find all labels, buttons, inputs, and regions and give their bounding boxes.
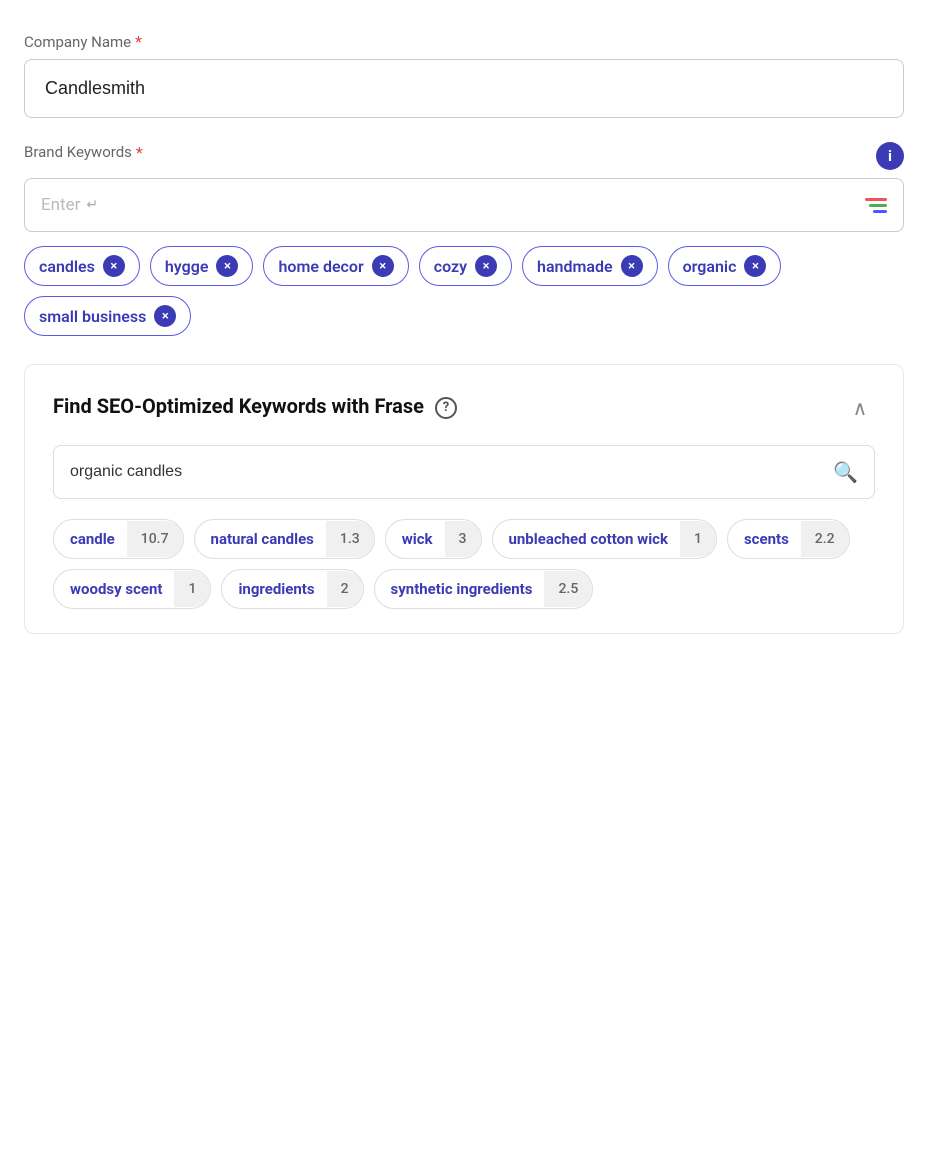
brand-keywords-info-icon[interactable]: i bbox=[876, 142, 904, 170]
tag-remove-handmade[interactable]: × bbox=[621, 255, 643, 277]
tag-remove-home-decor[interactable]: × bbox=[372, 255, 394, 277]
keyword-chip-ingredients[interactable]: ingredients 2 bbox=[221, 569, 363, 609]
brand-keywords-label: Brand Keywords * bbox=[24, 143, 143, 162]
seo-search-wrapper[interactable]: 🔍 bbox=[53, 445, 875, 499]
keyword-chip-synthetic-ingredients[interactable]: synthetic ingredients 2.5 bbox=[374, 569, 594, 609]
seo-panel: Find SEO-Optimized Keywords with Frase ?… bbox=[24, 364, 904, 634]
brand-keywords-label-text: Brand Keywords bbox=[24, 143, 132, 161]
chip-label-scents: scents bbox=[728, 520, 801, 558]
keyword-chip-scents[interactable]: scents 2.2 bbox=[727, 519, 850, 559]
tag-label-hygge: hygge bbox=[165, 257, 209, 276]
tag-remove-candles[interactable]: × bbox=[103, 255, 125, 277]
tag-home-decor: home decor × bbox=[263, 246, 408, 286]
tag-label-cozy: cozy bbox=[434, 257, 467, 276]
company-name-label-text: Company Name bbox=[24, 33, 131, 51]
chip-label-natural-candles: natural candles bbox=[195, 520, 326, 558]
company-name-label: Company Name * bbox=[24, 32, 904, 51]
search-icon[interactable]: 🔍 bbox=[833, 460, 858, 484]
chip-score-woodsy-scent: 1 bbox=[174, 571, 210, 607]
tag-remove-cozy[interactable]: × bbox=[475, 255, 497, 277]
chip-label-woodsy-scent: woodsy scent bbox=[54, 570, 174, 608]
seo-help-icon[interactable]: ? bbox=[435, 397, 457, 419]
brand-keywords-section: Brand Keywords * i Enter ↵ candles × hyg… bbox=[24, 142, 904, 336]
chip-score-synthetic-ingredients: 2.5 bbox=[544, 571, 592, 607]
brand-keywords-header: Brand Keywords * i bbox=[24, 142, 904, 170]
tag-label-home-decor: home decor bbox=[278, 257, 363, 276]
chip-label-synthetic-ingredients: synthetic ingredients bbox=[375, 570, 545, 608]
tag-remove-organic[interactable]: × bbox=[744, 255, 766, 277]
keyword-chip-unbleached-cotton-wick[interactable]: unbleached cotton wick 1 bbox=[492, 519, 717, 559]
keyword-chips-container: candle 10.7 natural candles 1.3 wick 3 u… bbox=[53, 519, 875, 609]
keyword-input-area[interactable]: Enter ↵ bbox=[24, 178, 904, 232]
keyword-chip-natural-candles[interactable]: natural candles 1.3 bbox=[194, 519, 375, 559]
tag-remove-hygge[interactable]: × bbox=[216, 255, 238, 277]
chip-score-natural-candles: 1.3 bbox=[326, 521, 374, 557]
seo-search-input[interactable] bbox=[70, 463, 833, 481]
tag-remove-small-business[interactable]: × bbox=[154, 305, 176, 327]
tag-label-small-business: small business bbox=[39, 307, 146, 326]
keyword-placeholder: Enter ↵ bbox=[41, 195, 98, 215]
tag-label-organic: organic bbox=[683, 257, 737, 276]
tag-candles: candles × bbox=[24, 246, 140, 286]
chip-score-ingredients: 2 bbox=[327, 571, 363, 607]
tag-label-handmade: handmade bbox=[537, 257, 613, 276]
keyword-chip-woodsy-scent[interactable]: woodsy scent 1 bbox=[53, 569, 211, 609]
chip-score-unbleached-cotton-wick: 1 bbox=[680, 521, 716, 557]
tag-cozy: cozy × bbox=[419, 246, 512, 286]
seo-panel-title: Find SEO-Optimized Keywords with Frase ? bbox=[53, 393, 457, 420]
tag-label-candles: candles bbox=[39, 257, 95, 276]
tag-handmade: handmade × bbox=[522, 246, 658, 286]
brand-keywords-required: * bbox=[136, 143, 143, 162]
chip-label-unbleached-cotton-wick: unbleached cotton wick bbox=[493, 520, 681, 558]
seo-panel-header: Find SEO-Optimized Keywords with Frase ?… bbox=[53, 393, 875, 423]
enter-arrow-icon: ↵ bbox=[86, 197, 98, 213]
placeholder-text: Enter bbox=[41, 195, 80, 215]
tag-organic: organic × bbox=[668, 246, 782, 286]
seo-panel-collapse-button[interactable]: ∧ bbox=[845, 393, 875, 423]
chip-score-scents: 2.2 bbox=[801, 521, 849, 557]
chip-score-candle: 10.7 bbox=[127, 521, 183, 557]
company-name-input[interactable] bbox=[24, 59, 904, 118]
chip-label-ingredients: ingredients bbox=[222, 570, 326, 608]
tag-small-business: small business × bbox=[24, 296, 191, 336]
keyword-chip-wick[interactable]: wick 3 bbox=[385, 519, 482, 559]
keyword-chip-candle[interactable]: candle 10.7 bbox=[53, 519, 184, 559]
chip-label-wick: wick bbox=[386, 520, 445, 558]
company-name-required: * bbox=[135, 32, 142, 51]
chip-label-candle: candle bbox=[54, 520, 127, 558]
seo-panel-title-text: Find SEO-Optimized Keywords with Frase bbox=[53, 394, 424, 418]
tags-container: candles × hygge × home decor × cozy × ha… bbox=[24, 246, 904, 336]
company-name-section: Company Name * bbox=[24, 32, 904, 118]
tag-hygge: hygge × bbox=[150, 246, 254, 286]
filter-icon[interactable] bbox=[865, 198, 887, 213]
chip-score-wick: 3 bbox=[445, 521, 481, 557]
